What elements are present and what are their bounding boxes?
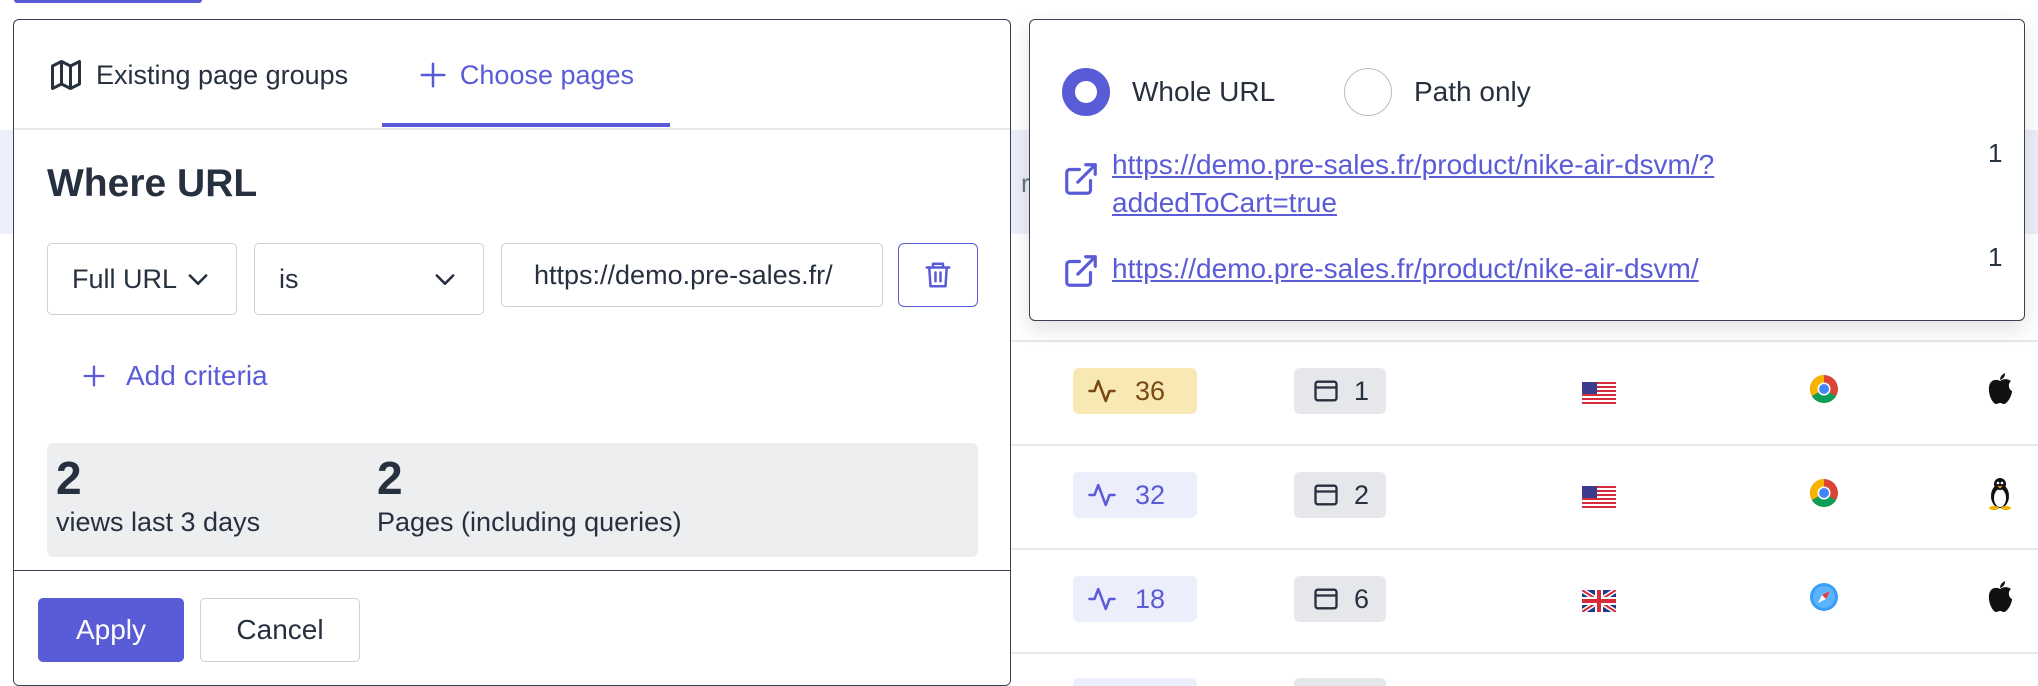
active-tab-indicator [382, 123, 670, 127]
page-selection-panel: Existing page groups Choose pages Where … [13, 19, 1011, 686]
operator-select[interactable]: is [254, 243, 484, 315]
row-divider [1010, 652, 2038, 654]
views-badge[interactable]: 36 [1073, 368, 1197, 414]
us-flag-icon [1582, 382, 1616, 404]
chevron-down-icon [435, 274, 455, 285]
safari-icon [1810, 583, 1838, 611]
url-match-count: 1 [1988, 138, 2003, 168]
url-match-count: 1 [1988, 242, 2003, 272]
top-active-indicator [14, 0, 202, 3]
views-badge[interactable]: 18 [1073, 576, 1197, 622]
pages-count: 2 [1354, 479, 1370, 510]
window-icon [1314, 588, 1338, 610]
chevron-down-icon [188, 274, 208, 285]
pages-badge[interactable]: 6 [1294, 576, 1386, 622]
stat-value: 2 [56, 452, 82, 504]
stat-pages: 2 Pages (including queries) [377, 451, 682, 539]
external-link-icon [1065, 163, 1097, 195]
linux-icon [1989, 478, 2011, 510]
stat-label: views last 3 days [56, 507, 261, 537]
url-match-link[interactable]: https://demo.pre-sales.fr/product/nike-a… [1112, 146, 1752, 222]
url-link-line: https://demo.pre-sales.fr/product/nike-a… [1112, 253, 1699, 284]
operator-select-value: is [279, 263, 299, 294]
chrome-icon [1810, 479, 1838, 507]
radio-unselected-indicator [1344, 68, 1392, 116]
activity-icon [1088, 587, 1116, 611]
chrome-icon [1810, 375, 1838, 403]
views-badge[interactable]: 32 [1073, 472, 1197, 518]
url-link-line: addedToCart=true [1112, 187, 1337, 218]
plus-icon [420, 62, 446, 88]
stat-value: 2 [377, 452, 403, 504]
url-match-item: https://demo.pre-sales.fr/product/nike-a… [1062, 250, 1752, 290]
delete-criteria-button[interactable] [898, 243, 978, 307]
url-match-item: https://demo.pre-sales.fr/product/nike-a… [1062, 146, 1752, 222]
apple-icon [1988, 373, 2012, 404]
cancel-button[interactable]: Cancel [200, 598, 360, 662]
tab-existing-page-groups[interactable]: Existing page groups [48, 20, 348, 130]
summary-stats: 2 views last 3 days 2 Pages (including q… [47, 443, 978, 557]
radio-label: Whole URL [1132, 76, 1276, 107]
pages-badge[interactable]: 2 [1294, 472, 1386, 518]
tab-label: Choose pages [459, 59, 635, 90]
field-select[interactable]: Full URL [47, 243, 237, 315]
panel-tabs: Existing page groups Choose pages [14, 20, 1010, 130]
radio-whole-url[interactable]: Whole URL [1062, 68, 1275, 116]
url-value-input[interactable] [501, 243, 883, 307]
plus-icon [83, 365, 105, 387]
pages-count: 1 [1354, 375, 1370, 406]
pages-count: 6 [1354, 583, 1370, 614]
radio-label: Path only [1414, 76, 1531, 107]
window-icon [1314, 380, 1338, 402]
url-match-link[interactable]: https://demo.pre-sales.fr/product/nike-a… [1112, 250, 1752, 288]
views-badge-partial [1073, 678, 1197, 686]
radio-selected-indicator [1062, 68, 1110, 116]
stat-label: Pages (including queries) [377, 507, 682, 537]
url-link-line: https://demo.pre-sales.fr/product/nike-a… [1112, 149, 1715, 180]
tab-choose-pages[interactable]: Choose pages [382, 20, 670, 130]
activity-icon [1088, 379, 1116, 403]
pages-badge-partial [1294, 678, 1386, 686]
views-count: 32 [1135, 479, 1166, 510]
field-select-value: Full URL [72, 263, 178, 294]
stat-views: 2 views last 3 days [56, 451, 260, 539]
apple-icon [1988, 581, 2012, 612]
section-title: Where URL [47, 162, 258, 205]
add-criteria-button[interactable]: Add criteria [80, 360, 268, 392]
radio-path-only[interactable]: Path only [1344, 68, 1531, 116]
url-matches-popover: Whole URL Path only https://demo.pre-sal… [1029, 19, 2025, 321]
views-count: 36 [1135, 375, 1166, 406]
apply-button[interactable]: Apply [38, 598, 184, 662]
map-icon [51, 60, 81, 90]
trash-icon [925, 262, 951, 288]
uk-flag-icon [1582, 590, 1616, 612]
pages-badge[interactable]: 1 [1294, 368, 1386, 414]
external-link-icon [1065, 255, 1097, 287]
window-icon [1314, 484, 1338, 506]
us-flag-icon [1582, 486, 1616, 508]
views-count: 18 [1135, 583, 1166, 614]
activity-icon [1088, 483, 1116, 507]
tab-label: Existing page groups [96, 59, 349, 90]
add-criteria-label: Add criteria [126, 360, 268, 391]
panel-footer: Apply Cancel [14, 570, 1010, 685]
